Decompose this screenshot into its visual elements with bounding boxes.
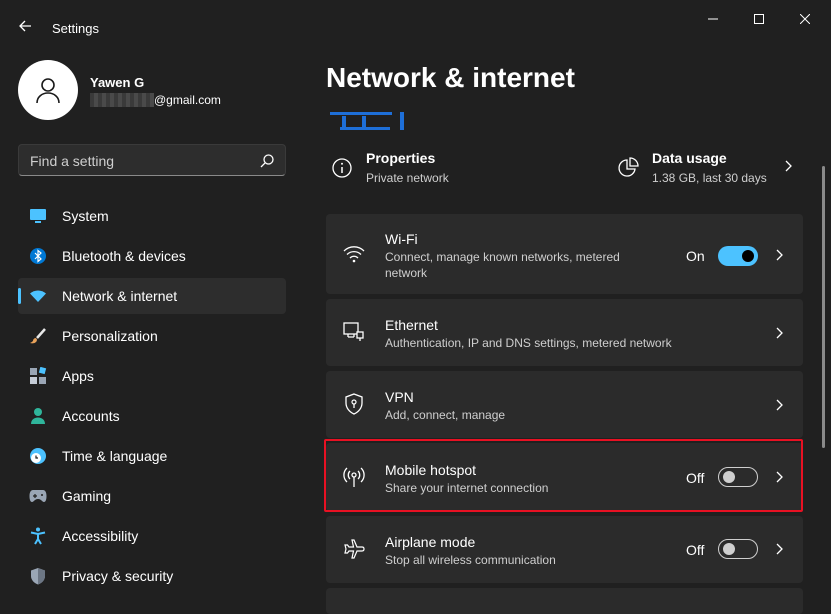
sidebar-item-label: Accessibility <box>62 528 139 544</box>
ethernet-desc: Authentication, IP and DNS settings, met… <box>385 336 672 350</box>
sidebar-item-accounts[interactable]: Accounts <box>18 398 286 434</box>
toggle-knob <box>742 250 754 262</box>
sidebar-nav: System Bluetooth & devices Network & int… <box>18 198 286 598</box>
page-title: Network & internet <box>326 62 575 93</box>
mobile-hotspot-state: Off <box>686 470 705 486</box>
sidebar-item-system[interactable]: System <box>18 198 286 234</box>
email-redaction <box>90 93 154 107</box>
gamepad-icon <box>29 487 47 505</box>
data-usage-title: Data usage <box>652 150 727 166</box>
airplane-mode-title: Airplane mode <box>385 534 476 550</box>
bluetooth-icon <box>29 247 47 265</box>
sidebar-item-label: Apps <box>62 368 94 384</box>
wifi-desc: Connect, manage known networks, metered … <box>385 250 620 280</box>
chevron-right-icon[interactable] <box>772 248 786 262</box>
close-icon <box>800 14 810 24</box>
sidebar-item-label: Network & internet <box>62 288 178 304</box>
back-arrow-icon <box>19 20 31 32</box>
person-icon <box>29 407 47 425</box>
mobile-hotspot-title: Mobile hotspot <box>385 462 477 478</box>
maximize-button[interactable] <box>736 6 782 32</box>
airplane-mode-card[interactable]: Airplane mode Stop all wireless communic… <box>326 516 803 583</box>
vpn-desc: Add, connect, manage <box>385 408 506 422</box>
chevron-right-icon[interactable] <box>780 158 796 174</box>
mobile-hotspot-card[interactable]: Mobile hotspot Share your internet conne… <box>326 443 803 511</box>
sidebar-item-bluetooth[interactable]: Bluetooth & devices <box>18 238 286 274</box>
scrollbar[interactable] <box>822 166 825 448</box>
chevron-right-icon[interactable] <box>772 326 786 340</box>
chevron-right-icon[interactable] <box>772 542 786 556</box>
shield-icon <box>29 567 47 585</box>
maximize-icon <box>754 14 764 24</box>
search-input[interactable]: Find a setting <box>18 144 286 176</box>
monitor-icon <box>29 207 47 225</box>
airplane-mode-state: Off <box>686 542 705 558</box>
sidebar-item-privacy[interactable]: Privacy & security <box>18 558 286 594</box>
ethernet-title: Ethernet <box>385 317 438 333</box>
profile-email: @gmail.com <box>154 93 221 107</box>
next-setting-card[interactable] <box>326 588 803 614</box>
pie-chart-icon <box>618 157 639 177</box>
sidebar-item-gaming[interactable]: Gaming <box>18 478 286 514</box>
ethernet-icon <box>343 321 365 343</box>
clock-globe-icon <box>29 447 47 465</box>
minimize-button[interactable] <box>690 6 736 32</box>
sidebar-item-time-language[interactable]: Time & language <box>18 438 286 474</box>
vpn-shield-icon <box>343 393 365 415</box>
close-button[interactable] <box>782 6 828 32</box>
wifi-toggle[interactable] <box>718 246 758 266</box>
apps-icon <box>29 367 47 385</box>
properties-title: Properties <box>366 150 436 166</box>
accessibility-icon <box>29 527 47 545</box>
person-icon <box>36 78 60 104</box>
wifi-card[interactable]: Wi-Fi Connect, manage known networks, me… <box>326 214 803 294</box>
chevron-right-icon[interactable] <box>772 470 786 484</box>
sidebar-item-label: Bluetooth & devices <box>62 248 186 264</box>
sidebar-item-label: Accounts <box>62 408 120 424</box>
sidebar-item-network[interactable]: Network & internet <box>18 278 286 314</box>
wifi-icon <box>29 287 47 305</box>
wifi-state: On <box>686 248 705 264</box>
brush-icon <box>29 327 47 345</box>
avatar[interactable] <box>18 60 78 120</box>
airplane-mode-toggle[interactable] <box>718 539 758 559</box>
back-button[interactable] <box>14 15 36 37</box>
properties-subtitle: Private network <box>366 171 449 185</box>
sidebar-item-label: Privacy & security <box>62 568 174 584</box>
airplane-icon <box>343 538 365 560</box>
wifi-icon <box>343 243 365 265</box>
sidebar-item-personalization[interactable]: Personalization <box>18 318 286 354</box>
title-bar: Settings <box>0 0 831 48</box>
sidebar-item-label: System <box>62 208 109 224</box>
sidebar-item-label: Time & language <box>62 448 168 464</box>
vpn-title: VPN <box>385 389 414 405</box>
search-icon <box>260 154 274 168</box>
mobile-hotspot-toggle[interactable] <box>718 467 758 487</box>
profile-name: Yawen G <box>90 75 145 90</box>
sidebar-item-accessibility[interactable]: Accessibility <box>18 518 286 554</box>
toggle-knob <box>723 471 735 483</box>
data-usage-subtitle: 1.38 GB, last 30 days <box>652 171 767 185</box>
active-indicator <box>18 288 21 304</box>
hotspot-icon <box>343 466 365 488</box>
search-placeholder: Find a setting <box>30 153 115 169</box>
window-title: Settings <box>52 21 99 36</box>
info-icon <box>332 158 352 178</box>
minimize-icon <box>708 18 718 20</box>
sidebar-item-apps[interactable]: Apps <box>18 358 286 394</box>
vpn-card[interactable]: VPN Add, connect, manage <box>326 371 803 438</box>
airplane-mode-desc: Stop all wireless communication <box>385 553 556 567</box>
ethernet-card[interactable]: Ethernet Authentication, IP and DNS sett… <box>326 299 803 366</box>
wifi-title: Wi-Fi <box>385 231 418 247</box>
mobile-hotspot-desc: Share your internet connection <box>385 481 549 495</box>
sidebar-item-label: Gaming <box>62 488 112 504</box>
chevron-right-icon[interactable] <box>772 398 786 412</box>
toggle-knob <box>723 543 735 555</box>
network-banner-graphic <box>330 112 404 130</box>
sidebar-item-label: Personalization <box>62 328 158 344</box>
